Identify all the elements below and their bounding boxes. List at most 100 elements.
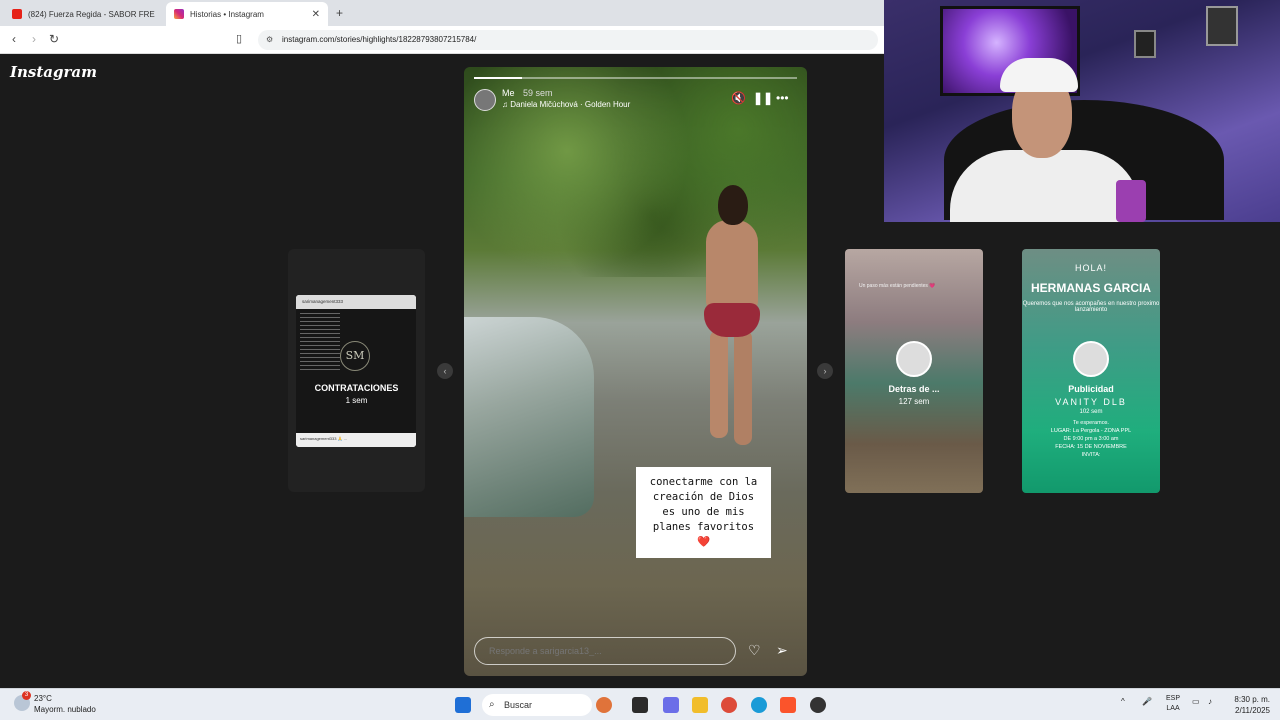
heart-emoji-icon: ❤️: [696, 536, 711, 548]
story-username[interactable]: Me: [502, 88, 515, 98]
music-icon: ♫: [502, 100, 511, 109]
preview-footer: sarimanagement333 🙏 ...: [296, 433, 416, 447]
flyer-info-line: FECHA: 15 DE NOVIEMBRE: [1055, 444, 1127, 450]
previous-highlight[interactable]: sarimanagement333 SM sarimanagement333 🙏…: [288, 249, 425, 492]
next-arrow-icon[interactable]: ›: [817, 363, 833, 379]
back-icon[interactable]: ‹: [6, 32, 22, 46]
network-icon[interactable]: ▭: [1192, 697, 1200, 706]
reload-icon[interactable]: ↻: [46, 32, 62, 46]
brave-icon[interactable]: [780, 697, 796, 713]
preview-text-lines: [300, 313, 340, 373]
webcam-lamp: [1116, 180, 1146, 222]
story-waterfall: [464, 317, 594, 517]
highlight-overlay-text: Un paso más están pendientes 💗: [859, 283, 936, 289]
highlight-time: 1 sem: [345, 396, 368, 405]
flyer-heading: HERMANAS GARCIA: [1031, 281, 1151, 295]
new-tab-icon[interactable]: +: [336, 6, 343, 20]
weather-desc: Mayorm. nublado: [34, 705, 96, 714]
edge-icon[interactable]: [751, 697, 767, 713]
keyboard-layout: LAA: [1166, 705, 1180, 712]
story-person: [702, 185, 762, 445]
caption-line: creación de Dios: [652, 491, 755, 503]
notification-badge: 3: [22, 691, 31, 700]
forward-icon[interactable]: ›: [26, 32, 42, 46]
search-label: Buscar: [504, 700, 533, 710]
muted-icon[interactable]: 🔇: [731, 91, 746, 105]
story-time: 59 sem: [523, 88, 553, 98]
caption-line: conectarme con la: [649, 476, 758, 488]
chrome-icon[interactable]: [721, 697, 737, 713]
pause-icon[interactable]: ❚❚: [753, 91, 773, 105]
more-options-icon[interactable]: •••: [776, 91, 789, 105]
site-info-icon[interactable]: ⚙: [266, 30, 273, 50]
webcam-wall-frame: [1206, 6, 1238, 46]
clock[interactable]: 8:30 p. m. 2/11/2025: [1226, 694, 1270, 716]
preview-header: sarimanagement333: [296, 295, 416, 309]
instagram-icon: [174, 9, 184, 19]
webcam-cap: [1000, 58, 1078, 92]
preview-monogram: SM: [340, 341, 370, 371]
story-header: Me 59 sem: [502, 88, 553, 98]
flyer-info-line: DE 9:00 pm a 3:00 am: [1063, 436, 1119, 442]
caption-line: planes favoritos: [652, 521, 755, 533]
tray-chevron-icon[interactable]: ^: [1121, 697, 1125, 706]
app-icon[interactable]: [810, 697, 826, 713]
browser-window: (824) Fuerza Regida - SABOR FRE Historia…: [0, 0, 884, 54]
story-progress-fill: [474, 77, 523, 79]
copilot-icon[interactable]: [663, 697, 679, 713]
story-progress-bar: [474, 77, 797, 79]
language-code: ESP: [1166, 695, 1181, 702]
flyer-info: Te esperamos. LUGAR: La Pergola - ZONA P…: [1032, 419, 1150, 459]
avatar: [1073, 341, 1109, 377]
previous-arrow-icon[interactable]: ‹: [437, 363, 453, 379]
task-view-icon[interactable]: [632, 697, 648, 713]
tab-title: Historias • Instagram: [190, 9, 264, 19]
highlight-time: 127 sem: [898, 397, 930, 406]
avatar: [896, 341, 932, 377]
next-highlight[interactable]: HOLA! HERMANAS GARCIA Queremos que nos a…: [1022, 249, 1160, 493]
close-tab-icon[interactable]: ✕: [312, 9, 320, 20]
widget-icon[interactable]: [596, 697, 612, 713]
language-indicator[interactable]: ESP LAA: [1166, 694, 1180, 714]
taskbar-search[interactable]: ⌕ Buscar: [482, 694, 592, 716]
microphone-icon[interactable]: 🎤: [1142, 697, 1152, 706]
highlight-preview: sarimanagement333 SM sarimanagement333 🙏…: [296, 295, 416, 447]
flyer-info-line: Te esperamos.: [1072, 420, 1110, 426]
tab-youtube[interactable]: (824) Fuerza Regida - SABOR FRE: [4, 2, 164, 26]
address-bar: ‹ › ↻ ▯ ⚙ instagram.com/stories/highligh…: [0, 26, 884, 54]
taskbar: 3 23°C Mayorm. nublado ⌕ Buscar ^ 🎤 ESP …: [0, 688, 1280, 720]
flyer-brand: VANITY DLB: [1055, 397, 1127, 407]
webcam-wall-frame: [1134, 30, 1156, 58]
reply-input[interactable]: [474, 637, 736, 665]
search-icon: ⌕: [489, 699, 495, 710]
webcam-overlay: [884, 0, 1280, 222]
story-caption: conectarme con la creación de Dios es un…: [636, 467, 771, 558]
tab-instagram[interactable]: Historias • Instagram ✕: [166, 2, 328, 26]
flyer-info-line: LUGAR: La Pergola - ZONA PPL: [1050, 428, 1132, 434]
url-field[interactable]: ⚙ instagram.com/stories/highlights/18228…: [258, 30, 878, 50]
next-highlight[interactable]: Un paso más están pendientes 💗 Detras de…: [845, 249, 983, 493]
file-explorer-icon[interactable]: [692, 697, 708, 713]
clock-time: 8:30 p. m.: [1234, 695, 1270, 704]
preview-body: SM: [296, 309, 416, 433]
send-icon[interactable]: ➢: [776, 642, 788, 659]
highlight-time: 102 sem: [1079, 409, 1103, 415]
tab-bar: (824) Fuerza Regida - SABOR FRE Historia…: [0, 0, 884, 26]
bookmark-icon[interactable]: ▯: [236, 32, 242, 45]
clock-date: 2/11/2025: [1235, 706, 1270, 715]
highlight-title: CONTRATACIONES: [314, 383, 399, 393]
active-story[interactable]: Me 59 sem ♫ Daniela Mičúchová · Golden H…: [464, 67, 807, 676]
caption-line: es uno de mis: [662, 506, 745, 518]
volume-icon[interactable]: ♪: [1208, 697, 1212, 706]
youtube-icon: [12, 9, 22, 19]
flyer-greeting: HOLA!: [1074, 263, 1107, 273]
story-music[interactable]: ♫ Daniela Mičúchová · Golden Hour: [502, 100, 630, 109]
avatar[interactable]: [474, 89, 496, 111]
instagram-logo[interactable]: Instagram: [10, 63, 97, 81]
tab-title: (824) Fuerza Regida - SABOR FRE: [28, 9, 155, 19]
start-icon[interactable]: [455, 697, 471, 713]
highlight-title: Detras de ...: [888, 384, 940, 394]
weather-widget[interactable]: 3 23°C Mayorm. nublado: [14, 691, 96, 715]
like-icon[interactable]: ♡: [748, 642, 761, 659]
weather-temp: 23°C: [34, 694, 52, 703]
